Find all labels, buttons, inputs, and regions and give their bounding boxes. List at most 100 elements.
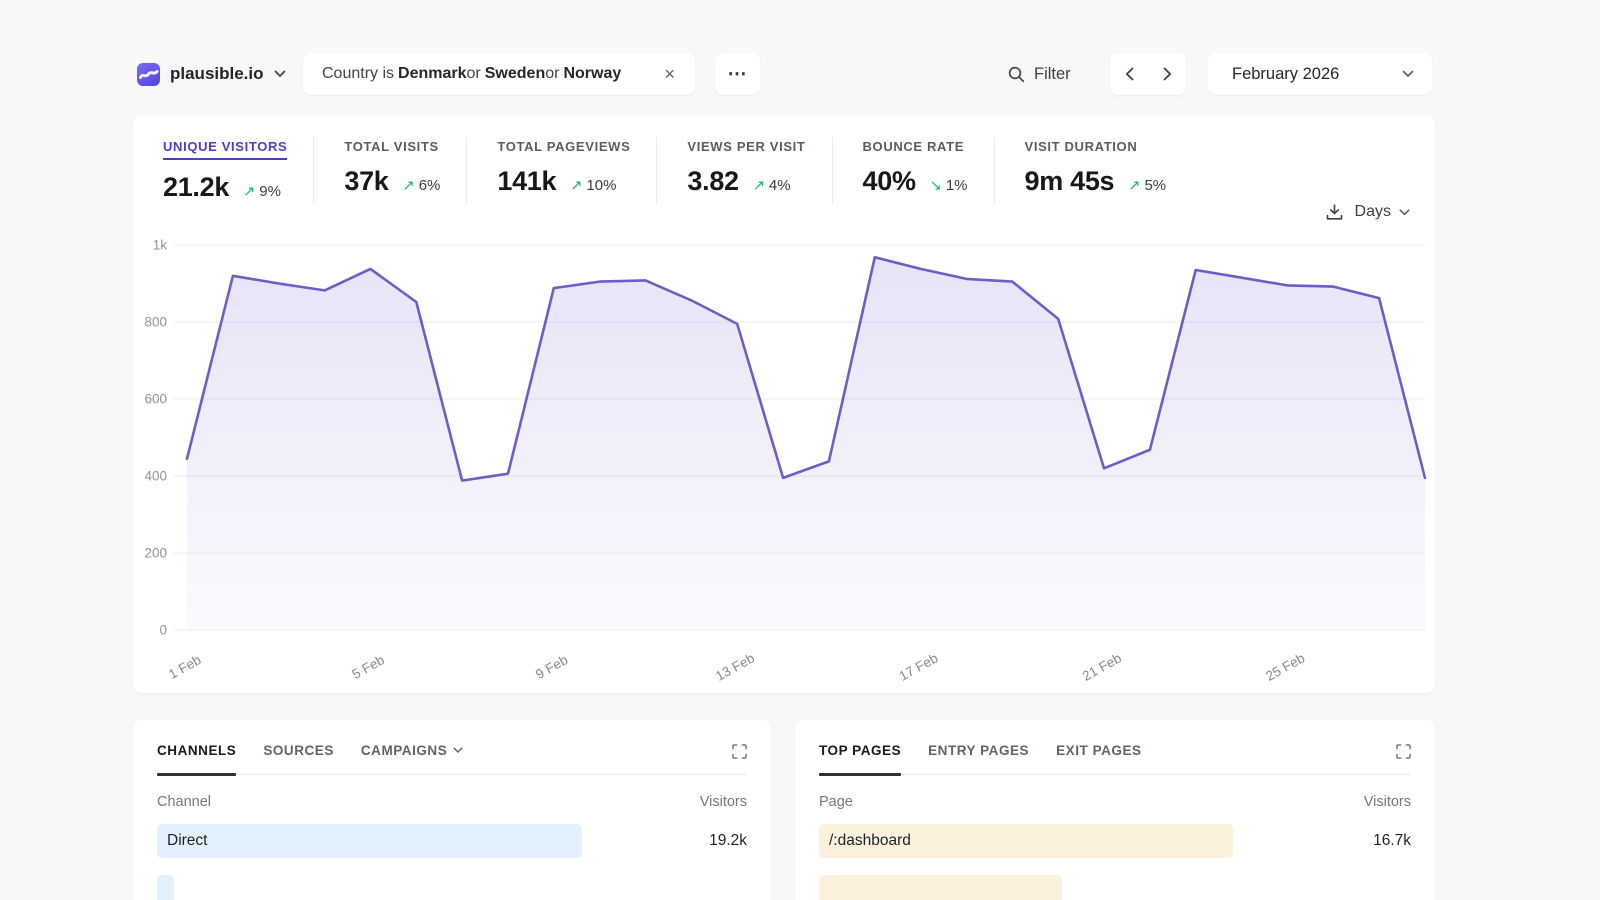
next-period-button[interactable] (1150, 55, 1184, 93)
channels-card: CHANNELS SOURCES CAMPAIGNS Channel Visit… (133, 719, 771, 900)
close-icon[interactable]: × (660, 63, 679, 85)
filter-pill-text: Country isDenmarkorSwedenorNorway (322, 65, 621, 83)
visitors-area-chart: 02004006008001k1 Feb5 Feb9 Feb13 Feb17 F… (133, 233, 1435, 685)
site-name: plausible.io (170, 64, 264, 84)
trend-up-icon: ↗ (243, 184, 255, 200)
row-bar (157, 824, 582, 858)
stat-total-pageviews[interactable]: TOTAL PAGEVIEWS 141k ↗10% (466, 137, 656, 203)
stat-views-per-visit[interactable]: VIEWS PER VISIT 3.82 ↗4% (656, 137, 831, 203)
svg-text:1 Feb: 1 Feb (166, 652, 203, 682)
more-options-button[interactable]: ⋯ (715, 53, 760, 95)
expand-button[interactable] (1396, 744, 1411, 773)
channel-visitors: 19.2k (709, 832, 747, 850)
channels-list: Direct 19.2k (157, 824, 747, 900)
download-button[interactable] (1326, 204, 1343, 221)
previous-period-button[interactable] (1112, 55, 1146, 93)
active-filter-pill[interactable]: Country isDenmarkorSwedenorNorway × (303, 53, 695, 95)
chevron-down-icon (453, 747, 463, 754)
svg-text:5 Feb: 5 Feb (349, 652, 386, 682)
row-bar (157, 875, 174, 900)
trend-up-icon: ↗ (570, 178, 582, 194)
tab-top-pages[interactable]: TOP PAGES (819, 743, 901, 774)
stat-value: 21.2k (163, 172, 229, 203)
pages-tabs: TOP PAGES ENTRY PAGES EXIT PAGES (819, 743, 1411, 775)
list-item-partial[interactable] (819, 875, 1411, 900)
svg-text:400: 400 (144, 469, 167, 484)
filter-button[interactable]: Filter (1008, 53, 1071, 95)
stat-change: 4% (769, 177, 791, 194)
page-path[interactable]: /:dashboard (819, 832, 911, 850)
stat-label: TOTAL PAGEVIEWS (497, 139, 630, 154)
list-item[interactable]: /:dashboard 16.7k (819, 824, 1411, 858)
svg-text:0: 0 (159, 623, 167, 638)
filter-button-label: Filter (1034, 65, 1071, 84)
channels-tabs: CHANNELS SOURCES CAMPAIGNS (157, 743, 747, 775)
svg-text:200: 200 (144, 546, 167, 561)
period-nav (1110, 53, 1186, 95)
svg-text:17 Feb: 17 Feb (896, 650, 940, 683)
trend-up-icon: ↗ (1128, 178, 1140, 194)
svg-text:21 Feb: 21 Feb (1080, 650, 1124, 683)
stat-change: 9% (259, 183, 281, 200)
stat-bounce-rate[interactable]: BOUNCE RATE 40% ↘1% (832, 137, 994, 203)
download-icon (1326, 204, 1343, 221)
chevron-down-icon (274, 70, 286, 78)
expand-button[interactable] (732, 744, 747, 773)
svg-text:1k: 1k (153, 238, 168, 253)
svg-text:9 Feb: 9 Feb (533, 652, 570, 682)
row-bar (819, 875, 1062, 900)
stat-label: UNIQUE VISITORS (163, 139, 287, 160)
svg-text:25 Feb: 25 Feb (1263, 650, 1307, 683)
svg-text:800: 800 (144, 315, 167, 330)
stat-value: 9m 45s (1025, 166, 1115, 197)
interval-dropdown[interactable]: Days (1355, 203, 1410, 221)
date-range-picker[interactable]: February 2026 (1208, 53, 1432, 95)
chevron-right-icon (1163, 67, 1172, 81)
interval-label: Days (1355, 203, 1391, 221)
stat-label: VISIT DURATION (1025, 139, 1138, 154)
tab-sources[interactable]: SOURCES (263, 743, 334, 774)
chevron-down-icon (1399, 209, 1410, 216)
stat-total-visits[interactable]: TOTAL VISITS 37k ↗6% (313, 137, 466, 203)
stat-label: BOUNCE RATE (863, 139, 965, 154)
trend-up-icon: ↗ (403, 178, 415, 194)
chart-controls: Days (1326, 203, 1410, 221)
column-header-visitors: Visitors (700, 794, 747, 810)
plausible-logo-icon (137, 63, 160, 86)
stat-value: 3.82 (687, 166, 738, 197)
expand-icon (1396, 744, 1411, 759)
chevron-down-icon (1402, 70, 1414, 78)
stat-value: 40% (863, 166, 916, 197)
stat-value: 37k (344, 166, 388, 197)
stat-value: 141k (497, 166, 556, 197)
top-stats-row: UNIQUE VISITORS 21.2k ↗9% TOTAL VISITS 3… (133, 137, 1192, 203)
stat-label: TOTAL VISITS (344, 139, 438, 154)
chevron-left-icon (1125, 67, 1134, 81)
list-item[interactable]: Direct 19.2k (157, 824, 747, 858)
tab-campaigns[interactable]: CAMPAIGNS (361, 743, 463, 774)
list-item-partial[interactable] (157, 875, 747, 900)
pages-list: /:dashboard 16.7k (819, 824, 1411, 900)
tab-exit-pages[interactable]: EXIT PAGES (1056, 743, 1141, 774)
trend-up-icon: ↗ (753, 178, 765, 194)
search-icon (1008, 66, 1025, 83)
site-picker[interactable]: plausible.io (137, 53, 286, 95)
pages-card: TOP PAGES ENTRY PAGES EXIT PAGES Page Vi… (795, 719, 1435, 900)
stat-change: 6% (419, 177, 441, 194)
analytics-card: UNIQUE VISITORS 21.2k ↗9% TOTAL VISITS 3… (133, 115, 1435, 693)
stat-label: VIEWS PER VISIT (687, 139, 805, 154)
tab-channels[interactable]: CHANNELS (157, 743, 236, 774)
svg-text:600: 600 (144, 392, 167, 407)
tab-entry-pages[interactable]: ENTRY PAGES (928, 743, 1029, 774)
column-header-channel: Channel (157, 794, 211, 810)
date-range-label: February 2026 (1232, 65, 1339, 84)
stat-visit-duration[interactable]: VISIT DURATION 9m 45s ↗5% (994, 137, 1193, 203)
column-header-page: Page (819, 794, 853, 810)
stat-change: 1% (946, 177, 968, 194)
column-header-visitors: Visitors (1364, 794, 1411, 810)
stat-unique-visitors[interactable]: UNIQUE VISITORS 21.2k ↗9% (133, 137, 313, 203)
expand-icon (732, 744, 747, 759)
trend-down-icon: ↘ (930, 178, 942, 194)
channel-name[interactable]: Direct (157, 832, 207, 850)
stat-change: 5% (1144, 177, 1166, 194)
